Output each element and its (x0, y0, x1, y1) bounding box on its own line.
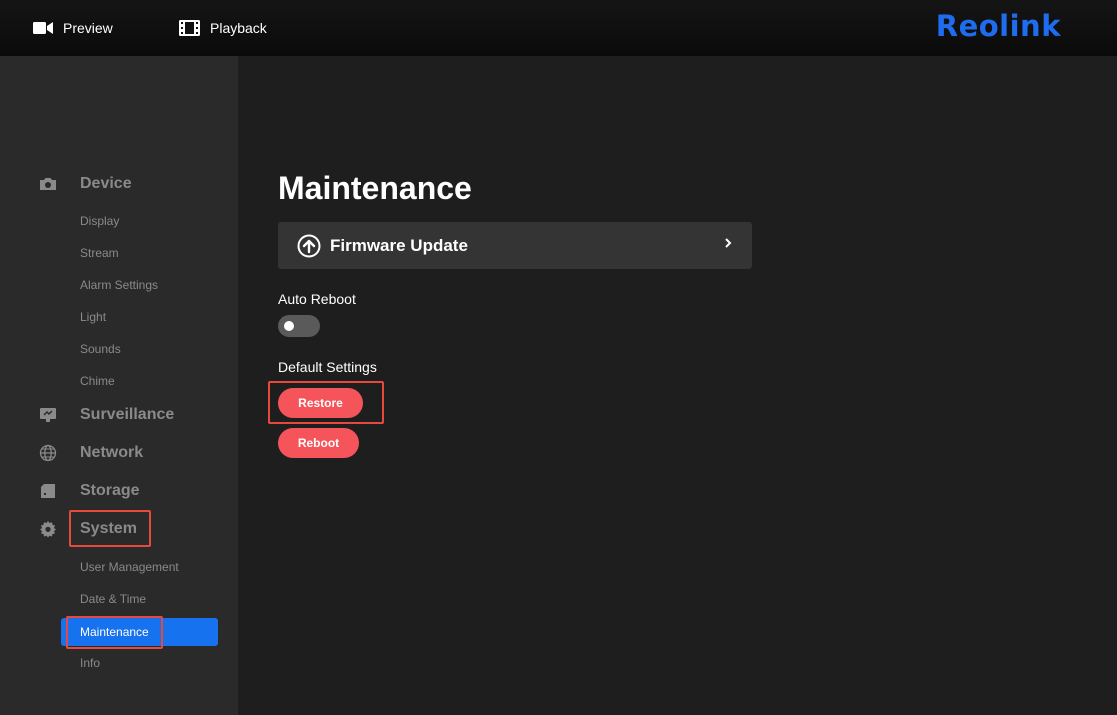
sidebar-item-sounds[interactable]: Sounds (80, 342, 121, 356)
monitor-icon (38, 405, 58, 425)
globe-icon (38, 443, 58, 463)
sidebar-section-network[interactable]: Network (38, 441, 143, 465)
firmware-update-row[interactable]: Firmware Update (278, 222, 752, 269)
sidebar-item-info[interactable]: Info (80, 656, 100, 670)
playback-tab[interactable]: Playback (179, 0, 267, 56)
toggle-knob (284, 321, 294, 331)
sidebar-section-label: Device (80, 175, 132, 192)
restore-button[interactable]: Restore (278, 388, 363, 418)
camera-icon (38, 174, 58, 194)
sidebar-item-maintenance[interactable]: Maintenance (61, 618, 218, 646)
sidebar-item-alarm-settings[interactable]: Alarm Settings (80, 278, 158, 292)
chevron-right-icon (724, 237, 732, 249)
gear-icon (38, 519, 58, 539)
sidebar-item-display[interactable]: Display (80, 214, 119, 228)
sidebar-section-label: Surveillance (80, 406, 175, 423)
preview-tab[interactable]: Preview (33, 0, 113, 56)
sidebar-section-device[interactable]: Device (38, 172, 132, 196)
auto-reboot-toggle[interactable] (278, 315, 320, 337)
sidebar-item-light[interactable]: Light (80, 310, 106, 324)
sidebar: Device Display Stream Alarm Settings Lig… (0, 56, 238, 715)
sidebar-section-surveillance[interactable]: Surveillance (38, 403, 174, 427)
sidebar-item-chime[interactable]: Chime (80, 374, 115, 388)
video-camera-icon (33, 21, 53, 35)
film-icon (179, 20, 200, 36)
sidebar-section-label: Network (80, 444, 144, 461)
reboot-button[interactable]: Reboot (278, 428, 359, 458)
sidebar-section-system[interactable]: System (38, 517, 137, 541)
sidebar-section-label: Storage (80, 482, 140, 499)
top-bar: Preview Playback Reolink (0, 0, 1117, 56)
sidebar-item-user-management[interactable]: User Management (80, 560, 179, 574)
sidebar-section-storage[interactable]: Storage (38, 479, 140, 503)
reolink-logo: Reolink (935, 9, 1061, 43)
preview-label: Preview (63, 20, 113, 36)
sidebar-item-stream[interactable]: Stream (80, 246, 119, 260)
sidebar-section-label: System (80, 520, 137, 537)
sd-card-icon (38, 481, 58, 501)
upload-icon (297, 234, 321, 258)
sidebar-item-date-time[interactable]: Date & Time (80, 592, 146, 606)
firmware-update-label: Firmware Update (330, 235, 468, 255)
page-title: Maintenance (278, 170, 472, 206)
auto-reboot-label: Auto Reboot (278, 291, 356, 307)
default-settings-label: Default Settings (278, 359, 377, 375)
playback-label: Playback (210, 20, 267, 36)
